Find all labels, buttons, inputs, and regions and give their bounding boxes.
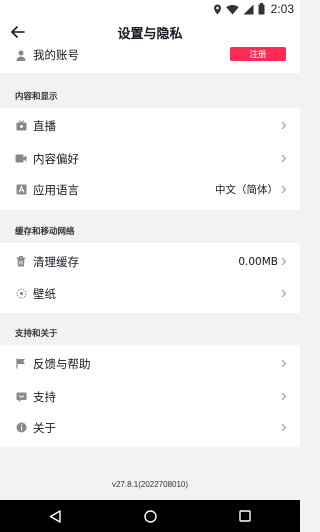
settings-item-wallpaper[interactable]: 壁纸 bbox=[0, 277, 300, 310]
info-icon bbox=[15, 422, 27, 434]
status-time: 2:03 bbox=[270, 2, 294, 16]
battery-icon bbox=[258, 0, 265, 19]
chevron-right-icon bbox=[280, 121, 288, 131]
settings-item-label: 反馈与帮助 bbox=[33, 356, 91, 371]
settings-item-label: 关于 bbox=[33, 420, 56, 435]
settings-item-label: 支持 bbox=[33, 389, 56, 404]
section-header-cache: 缓存和移动网络 bbox=[15, 227, 75, 237]
chevron-right-icon bbox=[280, 257, 288, 267]
settings-item-label: 直播 bbox=[33, 118, 56, 133]
chevron-right-icon bbox=[280, 154, 288, 164]
settings-item-value: 0.00MB bbox=[238, 255, 278, 268]
settings-item-about[interactable]: 关于 bbox=[0, 411, 300, 444]
chevron-right-icon bbox=[280, 392, 288, 402]
location-icon bbox=[213, 0, 222, 19]
settings-item-label: 壁纸 bbox=[33, 286, 56, 301]
triangle-back-icon bbox=[49, 509, 61, 523]
section-header-content: 内容和显示 bbox=[15, 92, 58, 102]
chevron-right-icon bbox=[280, 185, 288, 195]
wifi-icon bbox=[225, 0, 239, 19]
nav-home-button[interactable] bbox=[140, 506, 160, 526]
register-button[interactable]: 注册 bbox=[230, 47, 286, 61]
person-icon bbox=[15, 49, 27, 61]
account-label: 我的账号 bbox=[33, 48, 79, 62]
square-recents-icon bbox=[239, 510, 251, 522]
app-version: v27.8.1(2022708010) bbox=[111, 480, 189, 489]
settings-item-value: 中文（简体） bbox=[215, 184, 278, 196]
nav-recents-button[interactable] bbox=[235, 506, 255, 526]
settings-item-label: 清理缓存 bbox=[33, 254, 79, 269]
status-icons: 2:03 bbox=[213, 2, 294, 16]
settings-item-clear-cache[interactable]: 清理缓存 0.00MB bbox=[0, 245, 300, 278]
page-title: 设置与隐私 bbox=[117, 27, 183, 42]
language-icon bbox=[15, 184, 27, 196]
chevron-right-icon bbox=[280, 289, 288, 299]
settings-item-app-language[interactable]: 应用语言 中文（简体） bbox=[0, 173, 300, 206]
chevron-right-icon bbox=[280, 359, 288, 369]
settings-item-feedback[interactable]: 反馈与帮助 bbox=[0, 347, 300, 380]
live-icon bbox=[15, 120, 27, 132]
chevron-right-icon bbox=[280, 423, 288, 433]
wallpaper-icon bbox=[15, 288, 27, 300]
settings-item-label: 应用语言 bbox=[33, 182, 79, 197]
message-icon bbox=[15, 391, 27, 403]
signal-icon bbox=[243, 0, 254, 19]
nav-back-button[interactable] bbox=[45, 506, 65, 526]
system-nav-bar bbox=[0, 500, 300, 532]
settings-item-content-preference[interactable]: 内容偏好 bbox=[0, 142, 300, 175]
circle-home-icon bbox=[143, 509, 157, 523]
settings-item-support[interactable]: 支持 bbox=[0, 380, 300, 413]
settings-item-live[interactable]: 直播 bbox=[0, 109, 300, 142]
section-header-support: 支持和关于 bbox=[15, 329, 58, 339]
trash-icon bbox=[15, 256, 27, 268]
flag-icon bbox=[15, 358, 27, 370]
video-icon bbox=[15, 153, 27, 165]
status-bar: 2:03 bbox=[0, 0, 300, 18]
settings-item-label: 内容偏好 bbox=[33, 151, 79, 166]
app-bar: 设置与隐私 bbox=[0, 18, 300, 46]
